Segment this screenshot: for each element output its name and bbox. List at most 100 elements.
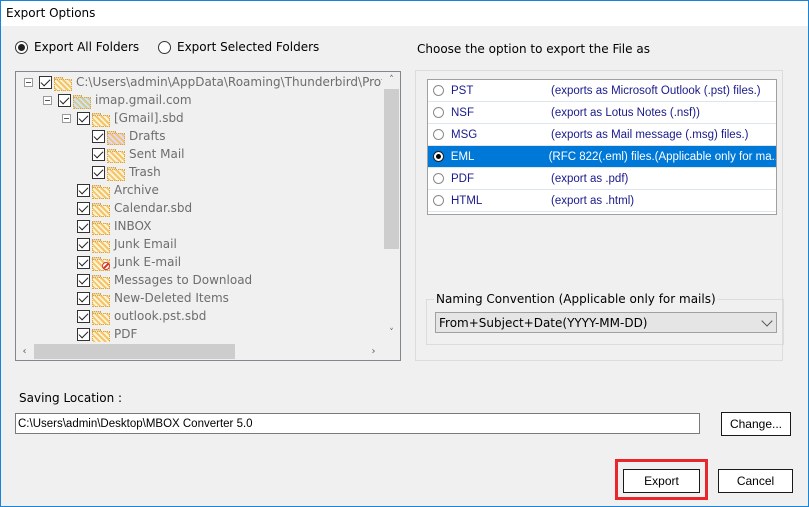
tree-item[interactable]: Messages to Download (77, 271, 252, 289)
collapse-icon[interactable] (24, 77, 33, 87)
format-description: (exports as Microsoft Outlook (.pst) fil… (551, 84, 761, 97)
tree-item[interactable]: New-Deleted Items (77, 289, 229, 307)
radio-checked-icon[interactable] (15, 40, 28, 54)
tree-item[interactable]: Archive (77, 181, 159, 199)
radio-unchecked-icon[interactable] (433, 173, 444, 184)
format-option-nsf[interactable]: NSF (export as Lotus Notes (.nsf)) (428, 102, 776, 124)
checkbox[interactable] (77, 201, 90, 215)
folder-icon (92, 328, 110, 342)
export-all-folders-radio[interactable]: Export All Folders (15, 40, 139, 54)
folder-icon (92, 112, 110, 127)
scroll-left-icon[interactable]: ‹ (16, 343, 33, 360)
export-button[interactable]: Export (623, 469, 700, 493)
format-option-eml[interactable]: EML (RFC 822(.eml) files.(Applicable only… (428, 146, 776, 168)
radio-unchecked-icon[interactable] (158, 40, 171, 54)
radio-unchecked-icon[interactable] (433, 107, 444, 118)
checkbox[interactable] (77, 111, 90, 125)
tree-item-label: Archive (114, 183, 159, 197)
checkbox[interactable] (77, 291, 90, 305)
horizontal-scrollbar[interactable]: ‹ › (16, 343, 382, 360)
checkbox[interactable] (77, 273, 90, 287)
change-location-button[interactable]: Change... (721, 412, 791, 436)
radio-unchecked-icon[interactable] (433, 129, 444, 140)
folder-tree: C:\Users\admin\AppData\Roaming\Thunderbi… (15, 71, 401, 361)
folder-icon (92, 310, 110, 325)
folder-icon (92, 220, 110, 235)
tree-item-label: PDF (114, 327, 138, 341)
checkbox[interactable] (92, 147, 105, 161)
saving-location-label: Saving Location : (19, 391, 123, 405)
tree-item[interactable]: C:\Users\admin\AppData\Roaming\Thunderbi… (24, 73, 382, 91)
folder-icon (92, 238, 110, 253)
format-name: NSF (451, 106, 474, 119)
collapse-icon[interactable] (43, 95, 52, 105)
radio-unchecked-icon[interactable] (433, 195, 444, 206)
folder-icon (92, 292, 110, 307)
scroll-up-icon[interactable]: ˄ (383, 72, 400, 89)
drafts-folder-icon (107, 130, 125, 145)
checkbox[interactable] (92, 129, 105, 143)
tree-item[interactable]: Trash (92, 163, 161, 181)
tree-item[interactable]: imap.gmail.com (43, 91, 192, 109)
tree-item-label: INBOX (114, 219, 152, 233)
horizontal-scroll-thumb[interactable] (34, 344, 235, 359)
checkbox[interactable] (77, 255, 90, 269)
tree-item[interactable]: INBOX (77, 217, 151, 235)
blocked-icon (102, 261, 110, 270)
chevron-down-icon[interactable] (761, 315, 773, 327)
vertical-scroll-thumb[interactable] (384, 89, 399, 249)
dialog-title: Export Options (6, 6, 96, 20)
checkbox[interactable] (77, 183, 90, 197)
tree-item-label: New-Deleted Items (114, 291, 229, 305)
checkbox[interactable] (77, 309, 90, 323)
format-option-pdf[interactable]: PDF (export as .pdf) (428, 168, 776, 190)
saving-location-input[interactable]: C:\Users\admin\Desktop\MBOX Converter 5.… (15, 413, 700, 434)
format-name: PST (451, 84, 474, 97)
scroll-right-icon[interactable]: › (365, 343, 382, 360)
mail-folder-icon (73, 94, 91, 109)
radio-checked-icon[interactable] (433, 151, 444, 162)
tree-item-label: Messages to Download (114, 273, 253, 287)
title-bar: Export Options (1, 1, 808, 26)
cancel-button[interactable]: Cancel (718, 469, 793, 493)
tree-item-label: C:\Users\admin\AppData\Roaming\Thunderbi… (76, 75, 382, 89)
tree-item[interactable]: PDF (77, 325, 137, 342)
vertical-scrollbar[interactable]: ˄ ˅ (383, 72, 400, 342)
tree-item[interactable]: Junk Email (77, 235, 177, 253)
checkbox[interactable] (58, 93, 71, 107)
tree-item[interactable]: Drafts (92, 127, 166, 145)
format-option-html[interactable]: HTML (export as .html) (428, 190, 776, 212)
format-description: (exports as Mail message (.msg) files.) (551, 128, 749, 141)
format-option-msg[interactable]: MSG (exports as Mail message (.msg) files… (428, 124, 776, 146)
naming-convention-value: From+Subject+Date(YYYY-MM-DD) (439, 315, 648, 330)
tree-item[interactable]: Sent Mail (92, 145, 185, 163)
checkbox[interactable] (77, 327, 90, 341)
format-name: EML (450, 150, 475, 163)
tree-item[interactable]: outlook.pst.sbd (77, 307, 206, 325)
tree-item-label: Drafts (129, 129, 166, 143)
format-description: (export as Lotus Notes (.nsf)) (551, 106, 700, 119)
checkbox[interactable] (77, 237, 90, 251)
tree-item[interactable]: Junk E-mail (77, 253, 181, 271)
tree-item[interactable]: [Gmail].sbd (62, 109, 184, 127)
format-option-pst[interactable]: PST (exports as Microsoft Outlook (.pst) … (428, 80, 776, 102)
format-name: PDF (451, 172, 474, 185)
checkbox[interactable] (39, 75, 52, 89)
export-options-dialog: Export Options Export All Folders Export… (0, 0, 809, 507)
format-description: (RFC 822(.eml) files.(Applicable only fo… (548, 150, 776, 163)
tree-item-label: imap.gmail.com (95, 93, 192, 107)
tree-item-label: [Gmail].sbd (114, 111, 184, 125)
naming-convention-dropdown[interactable]: From+Subject+Date(YYYY-MM-DD) (435, 312, 777, 333)
tree-item-label: Junk E-mail (114, 255, 182, 269)
folder-icon (54, 76, 72, 91)
collapse-icon[interactable] (62, 113, 71, 123)
format-section-label: Choose the option to export the File as (417, 42, 650, 56)
export-selected-folders-radio[interactable]: Export Selected Folders (158, 40, 319, 54)
scroll-down-icon[interactable]: ˅ (383, 325, 400, 342)
radio-unchecked-icon[interactable] (433, 85, 444, 96)
checkbox[interactable] (77, 219, 90, 233)
checkbox[interactable] (92, 165, 105, 179)
tree-item[interactable]: Calendar.sbd (77, 199, 192, 217)
folder-tree-content: C:\Users\admin\AppData\Roaming\Thunderbi… (16, 72, 382, 342)
tree-item-label: Sent Mail (129, 147, 185, 161)
